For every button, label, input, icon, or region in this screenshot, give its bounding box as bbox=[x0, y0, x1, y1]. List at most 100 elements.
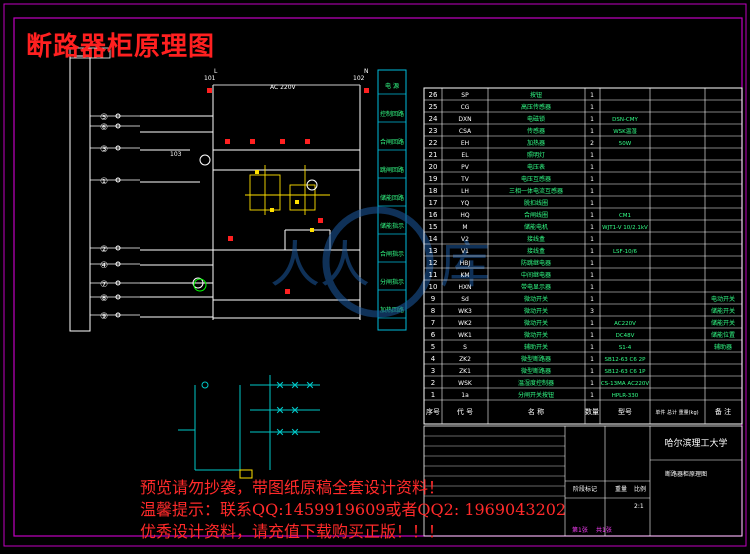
lamp-icon bbox=[199, 154, 211, 166]
bom-cell-qty: 1 bbox=[590, 200, 594, 207]
ct-mark: ✕ bbox=[290, 379, 299, 392]
bom-row: 26 SP 按钮 1 bbox=[429, 91, 595, 99]
function-label: 储能指示 bbox=[380, 222, 404, 230]
bom-row: 15 M 储能电机 1 WJT1-V 10/2.1kV bbox=[429, 223, 649, 231]
function-label: 合闸回路 bbox=[380, 138, 404, 146]
bom-cell-model: SB12-63 C6 2P bbox=[605, 357, 647, 363]
bom-cell-index: 22 bbox=[429, 139, 438, 147]
bom-cell-name: 分闸开关按钮 bbox=[518, 391, 554, 399]
function-label: 跳闸回路 bbox=[380, 166, 404, 174]
bom-cell-qty: 1 bbox=[590, 356, 594, 363]
bom-cell-code: WSK bbox=[458, 380, 473, 387]
drawing-canvas: ⑤⑥③①②④⑦⑧⑨ 电 源 控制回路 合闸回路 跳闸回路 储能回路 储能指示 合… bbox=[0, 0, 750, 550]
bom-cell-model: DSN-CMY bbox=[612, 117, 638, 123]
bom-cell-code: EL bbox=[461, 152, 469, 159]
bom-cell-code: PV bbox=[461, 164, 470, 171]
outer-frame bbox=[3, 3, 747, 547]
bom-row: 6 WK1 微动开关 1 DC48V 储能位置 bbox=[431, 331, 735, 339]
bom-cell-qty: 1 bbox=[590, 128, 594, 135]
ct-mark: ✕ bbox=[275, 404, 284, 417]
circuit-label: 102 bbox=[353, 75, 365, 82]
bom-cell-qty: 1 bbox=[590, 176, 594, 183]
bom-row: 9 Sd 微动开关 1 电动开关 bbox=[431, 295, 735, 303]
bom-cell-model: AC220V bbox=[614, 321, 636, 327]
bom-cell-index: 23 bbox=[429, 127, 438, 135]
terminal-label: ⑤ bbox=[100, 113, 108, 123]
bom-cell-qty: 1 bbox=[590, 332, 594, 339]
current-transformer-marks: ✕ ✕ ✕ ✕ ✕ ✕ ✕ bbox=[275, 379, 314, 439]
bom-header-cell: 备 注 bbox=[715, 407, 731, 416]
bom-cell-name: 辅助开关 bbox=[524, 343, 548, 351]
bom-cell-note: 储能开关 bbox=[711, 307, 735, 315]
terminal-label: ⑨ bbox=[100, 312, 108, 322]
bom-cell-code: WK3 bbox=[458, 308, 472, 315]
bom-cell-index: 24 bbox=[429, 115, 438, 123]
bom-row: 23 CSA 传感器 1 WSK温湿 bbox=[429, 127, 638, 135]
bom-cell-qty: 1 bbox=[590, 260, 594, 267]
bom-cell-name: 加热器 bbox=[527, 139, 545, 147]
bom-cell-qty: 1 bbox=[590, 164, 594, 171]
bom-cell-code: YQ bbox=[460, 200, 470, 207]
bom-cell-model: WSK温湿 bbox=[613, 127, 637, 135]
bom-row: 1 1a 分闸开关按钮 1 HPLR-330 bbox=[431, 391, 639, 399]
bom-cell-name: 微动开关 bbox=[524, 319, 548, 327]
sheet-count: 共1张 bbox=[596, 526, 612, 534]
bom-cell-index: 5 bbox=[431, 343, 435, 351]
function-label: 控制回路 bbox=[380, 110, 404, 118]
bom-cell-code: S bbox=[463, 344, 467, 351]
bom-cell-qty: 1 bbox=[590, 344, 594, 351]
school-name: 哈尔滨理工大学 bbox=[664, 437, 727, 449]
terminal-label: ⑥ bbox=[100, 123, 108, 133]
bom-cell-code: SP bbox=[461, 92, 469, 99]
bom-cell-code: KM bbox=[460, 272, 469, 279]
bom-cell-code: ZK1 bbox=[459, 368, 471, 375]
bom-header-cell: 序号 bbox=[426, 407, 440, 416]
bom-row: 22 EH 加热器 2 50W bbox=[429, 139, 632, 147]
bom-cell-name: 照明灯 bbox=[527, 151, 545, 159]
bom-row: 17 YQ 脱扣线圈 1 bbox=[429, 199, 595, 207]
bom-cell-code: HQ bbox=[460, 212, 470, 219]
bom-cell-code: DXN bbox=[458, 116, 471, 123]
bom-cell-name: 传感器 bbox=[527, 127, 545, 135]
ct-mark: ✕ bbox=[290, 404, 299, 417]
terminal-row-group: ⑤⑥ ③ ① ② ④ ⑦ ⑧ ⑨ bbox=[90, 113, 140, 322]
bom-header-cell: 名 称 bbox=[528, 407, 544, 416]
bom-cell-name: 三相一体电流互感器 bbox=[509, 187, 563, 195]
bom-cell-index: 2 bbox=[431, 379, 435, 387]
bom-cell-qty: 1 bbox=[590, 116, 594, 123]
bom-cell-qty: 1 bbox=[590, 188, 594, 195]
parts-list-table: 26 SP 按钮 125 CG 高压传感器 124 DXN 电磁锁 1 DSN-CMY23 CSA 传感… bbox=[423, 87, 743, 425]
scale-value: 2:1 bbox=[634, 503, 644, 510]
ct-mark: ✕ bbox=[275, 379, 284, 392]
sheet-number: 第1张 bbox=[572, 526, 588, 534]
bom-cell-index: 26 bbox=[429, 91, 438, 99]
bom-cell-name: 高压传感器 bbox=[521, 103, 551, 111]
bom-cell-index: 19 bbox=[429, 175, 438, 183]
bom-cell-model: LSF-10/6 bbox=[613, 249, 638, 255]
function-label: 电 源 bbox=[385, 82, 399, 90]
bom-cell-name: 微动开关 bbox=[524, 295, 548, 303]
bom-header-cell: 型号 bbox=[618, 407, 632, 416]
ct-mark: ✕ bbox=[305, 379, 314, 392]
bom-cell-code: HXN bbox=[458, 284, 471, 291]
bom-row: 2 WSK 温湿度控制器 1 CS-13MA AC220V bbox=[431, 379, 650, 387]
bom-cell-qty: 1 bbox=[590, 368, 594, 375]
circuit-label: AC 220V bbox=[270, 84, 297, 91]
bom-cell-code: V2 bbox=[461, 236, 469, 243]
bom-cell-code: Sd bbox=[461, 296, 469, 303]
bom-cell-index: 18 bbox=[429, 187, 438, 195]
bom-cell-index: 17 bbox=[429, 199, 438, 207]
watermark-line-2: 温馨提示：联系QQ:1459919609或者QQ2: 1969043202 bbox=[140, 500, 567, 519]
bom-cell-qty: 1 bbox=[590, 392, 594, 399]
bom-row: 19 TV 电压互感器 1 bbox=[429, 175, 595, 183]
bom-cell-qty: 1 bbox=[590, 284, 594, 291]
bom-cell-name: 带电显示器 bbox=[521, 283, 551, 291]
bom-cell-qty: 1 bbox=[590, 92, 594, 99]
bom-cell-qty: 1 bbox=[590, 212, 594, 219]
terminal-label: ① bbox=[100, 177, 108, 187]
terminal-block bbox=[69, 55, 91, 332]
terminal-label: ⑧ bbox=[100, 294, 108, 304]
bom-cell-code: M bbox=[462, 224, 467, 231]
bom-cell-qty: 3 bbox=[590, 308, 594, 315]
bom-cell-index: 12 bbox=[429, 259, 438, 267]
